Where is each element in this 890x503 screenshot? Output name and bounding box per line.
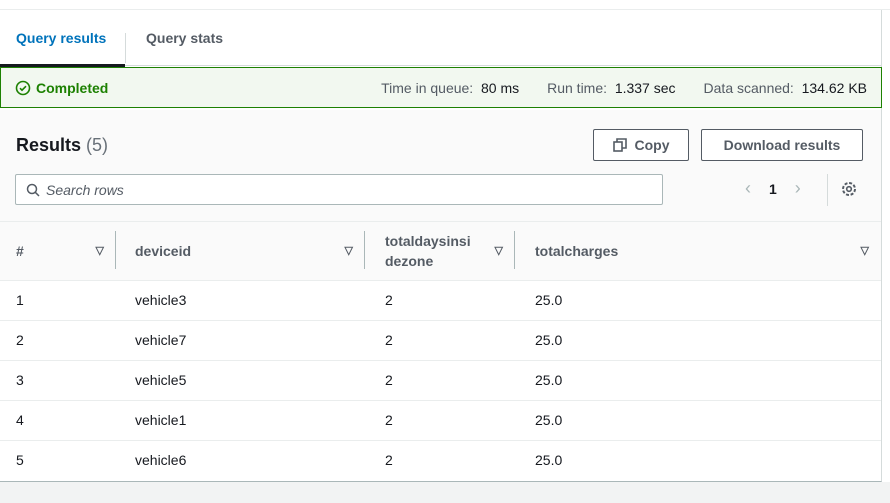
search-icon (26, 183, 40, 197)
run-time: Run time: 1.337 sec (547, 80, 675, 96)
pagination-divider (827, 174, 828, 206)
data-scanned-label: Data scanned: (703, 79, 794, 96)
time-in-queue-label: Time in queue: (381, 79, 474, 96)
cell-totalcharges: 25.0 (515, 280, 881, 321)
cell-totaldaysinsidezone: 2 (385, 452, 393, 469)
status-text: Completed (36, 79, 109, 96)
results-table: # ▽ deviceid ▽ totaldaysinsidezone ▽ totalc… (0, 222, 881, 480)
cell-deviceid: vehicle3 (116, 280, 365, 321)
cell-totaldaysinsidezone: 2 (365, 400, 515, 441)
cell-index: 4 (0, 400, 116, 441)
search-placeholder: Search rows (46, 181, 124, 198)
cell-deviceid: vehicle6 (135, 452, 187, 469)
top-band (0, 0, 890, 10)
tab-query-results[interactable]: Query results (0, 10, 125, 67)
search-input[interactable]: Search rows (15, 174, 663, 205)
time-in-queue-value: 80 ms (480, 79, 520, 96)
sort-icon[interactable]: ▽ (495, 241, 503, 261)
column-header-totalcharges[interactable]: totalcharges ▽ (515, 222, 881, 281)
cell-totalcharges: 25.0 (515, 360, 881, 401)
current-page[interactable]: 1 (769, 181, 777, 197)
table-row: 5 vehicle6 2 25.0 (0, 440, 881, 480)
cell-totalcharges: 25.0 (515, 320, 881, 361)
results-count: (5) (86, 135, 109, 155)
cell-index: 1 (0, 280, 116, 321)
cell-totaldaysinsidezone: 2 (365, 280, 515, 321)
table-row: 2 vehicle7 2 25.0 (0, 320, 881, 361)
gear-icon[interactable] (840, 180, 858, 198)
results-header: Results (5) Copy Download results Search… (0, 110, 881, 222)
status-badge: Completed (15, 80, 108, 96)
prev-page-icon[interactable]: ‹ (745, 178, 751, 199)
column-label: deviceid (135, 242, 192, 259)
cell-totalcharges: 25.0 (535, 452, 563, 469)
cell-totaldaysinsidezone: 2 (365, 360, 515, 401)
copy-label: Copy (634, 137, 670, 153)
copy-icon (612, 138, 627, 152)
run-time-label: Run time: (547, 79, 608, 96)
cell-index: 3 (0, 360, 116, 401)
cell-totalcharges: 25.0 (515, 400, 881, 441)
data-scanned: Data scanned: 134.62 KB (704, 80, 867, 96)
cell-index: 2 (0, 320, 116, 361)
column-header-index[interactable]: # ▽ (0, 222, 116, 281)
sort-icon[interactable]: ▽ (345, 241, 353, 261)
table-row: 1 vehicle3 2 25.0 (0, 280, 881, 321)
sort-icon[interactable]: ▽ (96, 241, 104, 261)
cell-deviceid: vehicle1 (116, 400, 365, 441)
next-page-icon[interactable]: › (795, 178, 801, 199)
table-header-row: # ▽ deviceid ▽ totaldaysinsidezone ▽ totalc… (0, 222, 881, 281)
status-bar: Completed Time in queue: 80 ms Run time:… (0, 67, 882, 108)
bottom-band (0, 482, 890, 503)
run-time-value: 1.337 sec (614, 79, 676, 96)
table-row: 4 vehicle1 2 25.0 (0, 400, 881, 441)
sort-icon[interactable]: ▽ (861, 241, 869, 261)
results-title-text: Results (16, 135, 82, 155)
check-circle-icon (15, 80, 31, 95)
cell-deviceid: vehicle5 (116, 360, 365, 401)
tab-bar: Query results Query stats (0, 10, 881, 67)
results-title: Results (5) (16, 135, 108, 156)
download-results-button[interactable]: Download results (701, 129, 863, 161)
column-label: totaldaysinsidezone (385, 232, 471, 269)
cell-totaldaysinsidezone: 2 (365, 320, 515, 361)
copy-button[interactable]: Copy (593, 129, 689, 161)
time-in-queue: Time in queue: 80 ms (381, 80, 519, 96)
cell-deviceid: vehicle7 (116, 320, 365, 361)
tab-query-stats[interactable]: Query stats (126, 10, 223, 66)
column-label: # (16, 242, 24, 259)
column-header-totaldaysinsidezone[interactable]: totaldaysinsidezone ▽ (365, 222, 515, 281)
pagination: ‹ 1 › (745, 178, 801, 199)
column-label: totalcharges (535, 242, 619, 259)
column-header-deviceid[interactable]: deviceid ▽ (116, 222, 365, 281)
table-row: 3 vehicle5 2 25.0 (0, 360, 881, 401)
data-scanned-value: 134.62 KB (801, 79, 867, 96)
cell-index: 5 (16, 452, 24, 469)
